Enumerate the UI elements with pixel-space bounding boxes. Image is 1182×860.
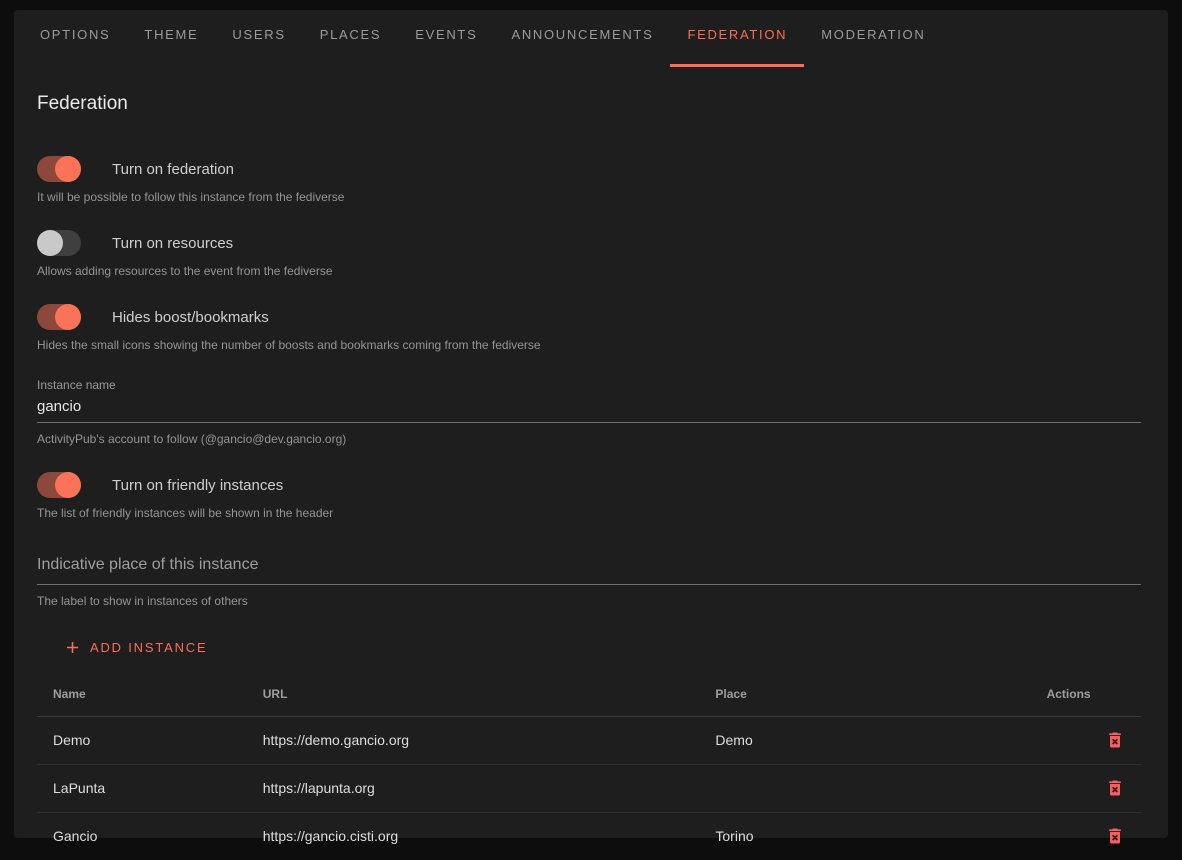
toggle-knob [55,156,81,182]
plus-icon [63,638,82,657]
page-title: Federation [37,93,1141,115]
instance-name-label: Instance name [37,378,116,392]
delete-forever-icon [1105,730,1125,750]
delete-instance-button[interactable] [1105,826,1125,846]
table-row: Gancio https://gancio.cisti.org Torino [37,812,1141,860]
delete-forever-icon [1105,778,1125,798]
friendly-toggle-group: Turn on friendly instances The list of f… [37,471,1141,520]
column-header-name: Name [37,672,247,716]
tab-events[interactable]: EVENTS [398,10,494,58]
instance-name-field-group: Instance name ActivityPub's account to f… [37,376,1141,446]
federation-toggle-group: Turn on federation It will be possible t… [37,155,1141,204]
instance-name-input[interactable] [37,394,1141,423]
hide-boosts-toggle[interactable] [37,304,81,330]
table-header-row: Name URL Place Actions [37,672,1141,716]
column-header-place: Place [699,672,1030,716]
instance-place-input[interactable] [37,554,1141,585]
friendly-toggle-hint: The list of friendly instances will be s… [37,506,1141,520]
resources-toggle-group: Turn on resources Allows adding resource… [37,229,1141,278]
tab-theme[interactable]: THEME [127,10,215,58]
friendly-toggle-label: Turn on friendly instances [112,477,283,494]
hide-boosts-toggle-label: Hides boost/bookmarks [112,309,269,326]
federation-toggle-hint: It will be possible to follow this insta… [37,190,1141,204]
add-instance-button[interactable]: ADD INSTANCE [55,629,215,665]
tab-announcements[interactable]: ANNOUNCEMENTS [494,10,670,58]
instance-place-field-group: The label to show in instances of others [37,554,1141,608]
tab-moderation[interactable]: MODERATION [804,10,942,58]
instance-name-hint: ActivityPub's account to follow (@gancio… [37,432,1141,446]
tab-places[interactable]: PLACES [303,10,399,58]
instance-place-hint: The label to show in instances of others [37,594,1141,608]
instance-name-cell: Gancio [37,812,247,860]
tab-options[interactable]: OPTIONS [23,10,127,58]
tab-federation[interactable]: FEDERATION [670,10,804,58]
toggle-knob [55,472,81,498]
table-row: Demo https://demo.gancio.org Demo [37,716,1141,764]
instance-url-cell: https://demo.gancio.org [247,716,700,764]
instance-name-cell: LaPunta [37,764,247,812]
federation-settings-panel: Federation Turn on federation It will be… [14,93,1168,860]
column-header-url: URL [247,672,700,716]
hide-boosts-toggle-group: Hides boost/bookmarks Hides the small ic… [37,303,1141,352]
instance-place-cell: Torino [699,812,1030,860]
instance-name-cell: Demo [37,716,247,764]
delete-forever-icon [1105,826,1125,846]
table-row: LaPunta https://lapunta.org [37,764,1141,812]
instance-place-cell: Demo [699,716,1030,764]
column-header-actions: Actions [1031,672,1141,716]
federation-toggle[interactable] [37,156,81,182]
instance-place-cell [699,764,1030,812]
hide-boosts-toggle-hint: Hides the small icons showing the number… [37,338,1141,352]
friendly-toggle[interactable] [37,472,81,498]
add-instance-button-label: ADD INSTANCE [90,640,207,655]
trusted-instances-table: Name URL Place Actions Demo https://demo… [37,672,1141,860]
tab-users[interactable]: USERS [215,10,302,58]
delete-instance-button[interactable] [1105,730,1125,750]
instance-url-cell: https://gancio.cisti.org [247,812,700,860]
toggle-knob [37,230,63,256]
resources-toggle-label: Turn on resources [112,235,233,252]
federation-toggle-label: Turn on federation [112,161,234,178]
toggle-knob [55,304,81,330]
resources-toggle-hint: Allows adding resources to the event fro… [37,264,1141,278]
admin-tabbar: OPTIONS THEME USERS PLACES EVENTS ANNOUN… [14,10,1168,58]
resources-toggle[interactable] [37,230,81,256]
instance-url-cell: https://lapunta.org [247,764,700,812]
delete-instance-button[interactable] [1105,778,1125,798]
admin-panel-card: OPTIONS THEME USERS PLACES EVENTS ANNOUN… [14,10,1168,838]
